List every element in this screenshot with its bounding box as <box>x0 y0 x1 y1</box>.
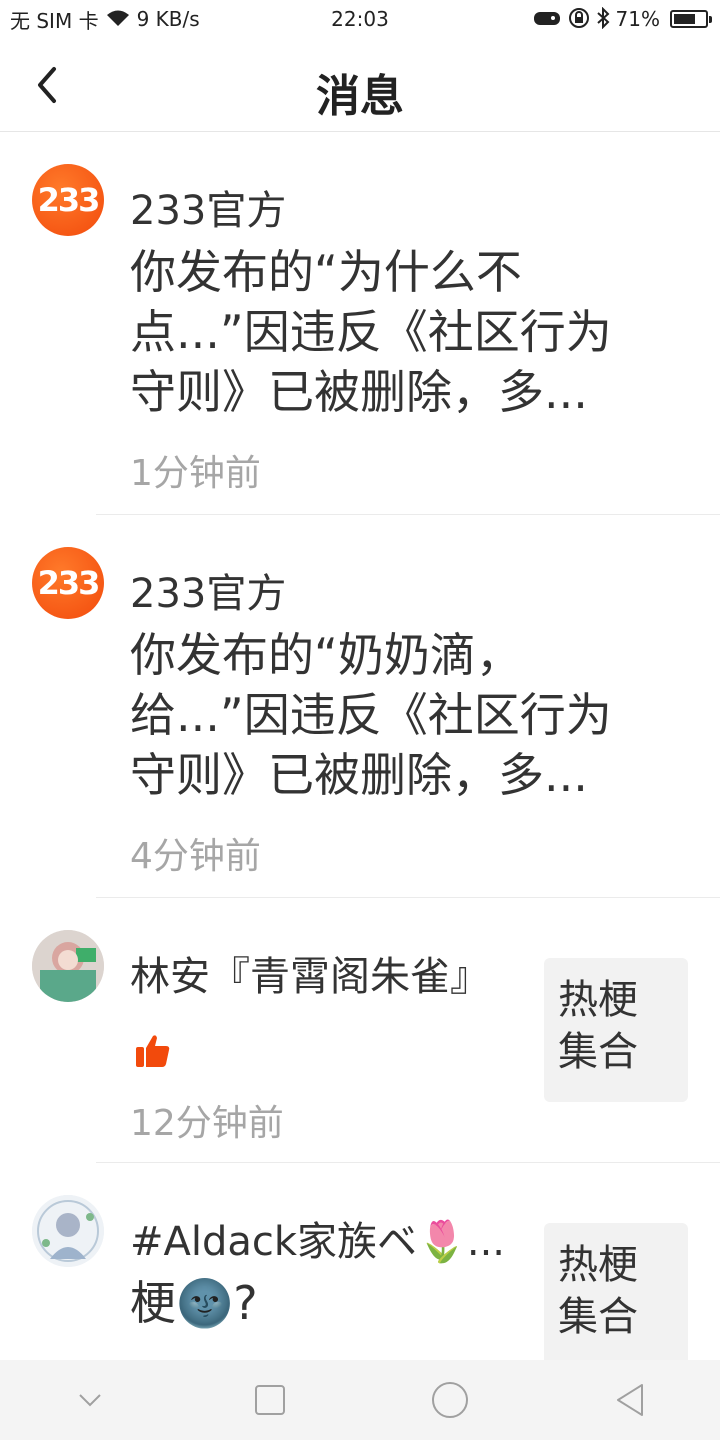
triangle-back-icon <box>617 1384 643 1416</box>
message-text: 你发布的“为什么不点...”因违反《社区行为守则》已被删除，多... <box>130 245 612 419</box>
message-item[interactable]: 233 233官方 你发布的“奶奶滴，给...”因违反《社区行为守则》已被删除，… <box>0 515 720 897</box>
circle-icon <box>432 1382 468 1418</box>
message-text: 你发布的“奶奶滴，给...”因违反《社区行为守则》已被删除，多... <box>130 628 612 802</box>
user-avatar-image <box>32 1195 104 1267</box>
status-right: 71% <box>532 6 712 32</box>
nav-home-button[interactable] <box>410 1360 490 1440</box>
sender-name: #Aldack家族ベ🌷... <box>130 1219 505 1265</box>
message-item[interactable]: 林安『青霄阁朱雀』 12分钟前 热梗集合 <box>0 898 720 1162</box>
header: 消息 <box>0 38 720 132</box>
post-thumbnail[interactable]: 热梗集合 <box>544 1223 688 1360</box>
sender-name: 233官方 <box>130 571 287 617</box>
nav-recents-button[interactable] <box>230 1360 310 1440</box>
chevron-down-icon <box>79 1394 101 1407</box>
post-thumbnail[interactable]: 热梗集合 <box>544 958 688 1102</box>
battery-percent: 71% <box>615 7 660 31</box>
user-avatar-image <box>32 930 104 1002</box>
message-time: 4分钟前 <box>130 836 261 877</box>
nav-back-button[interactable] <box>590 1360 670 1440</box>
carrier-label: 无 SIM 卡 <box>10 8 99 33</box>
message-item[interactable]: 233 233官方 你发布的“为什么不点...”因违反《社区行为守则》已被删除，… <box>0 132 720 514</box>
square-icon <box>255 1385 285 1415</box>
avatar[interactable] <box>32 930 104 1002</box>
battery-icon <box>670 10 712 28</box>
sender-name: 233官方 <box>130 188 287 234</box>
page-title: 消息 <box>316 71 404 122</box>
net-speed: 9 KB/s <box>136 7 200 31</box>
thumbs-up-icon <box>136 1035 170 1067</box>
message-time: 1分钟前 <box>130 453 261 494</box>
message-text: 梗🌚? <box>130 1276 258 1330</box>
message-item[interactable]: #Aldack家族ベ🌷... 梗🌚? 热梗集合 <box>0 1163 720 1360</box>
avatar[interactable]: 233 <box>32 547 104 619</box>
wifi-icon <box>105 8 131 31</box>
status-bar: 无 SIM 卡 9 KB/s 22:03 71% <box>0 0 720 38</box>
avatar-233-logo: 233 <box>37 564 101 602</box>
rotation-lock-icon <box>568 7 590 32</box>
message-list[interactable]: 233 233官方 你发布的“为什么不点...”因违反《社区行为守则》已被删除，… <box>0 132 720 1360</box>
avatar[interactable] <box>32 1195 104 1267</box>
sender-name: 林安『青霄阁朱雀』 <box>130 954 490 1000</box>
nav-collapse-button[interactable] <box>50 1360 130 1440</box>
system-nav-bar <box>0 1360 720 1440</box>
status-left: 无 SIM 卡 9 KB/s <box>10 5 200 34</box>
message-time: 12分钟前 <box>130 1103 284 1144</box>
bluetooth-icon <box>596 6 610 32</box>
avatar-233-logo: 233 <box>37 181 101 219</box>
avatar[interactable]: 233 <box>32 164 104 236</box>
game-controller-icon <box>532 8 562 31</box>
